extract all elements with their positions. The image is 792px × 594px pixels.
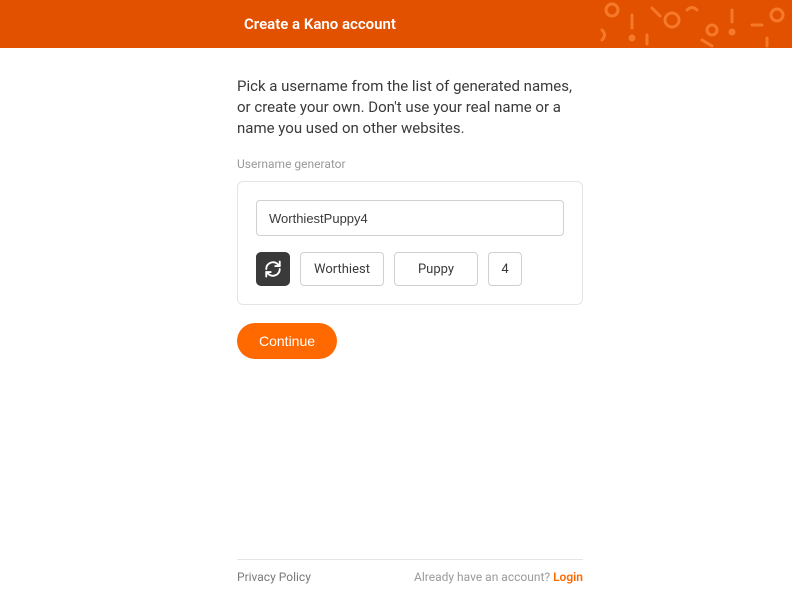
main-content: Pick a username from the list of generat… [237, 76, 583, 359]
page-header: Create a Kano account [0, 0, 792, 48]
page-footer: Privacy Policy Already have an account? … [237, 559, 583, 594]
generator-label: Username generator [237, 157, 583, 171]
username-input[interactable] [256, 200, 564, 236]
login-link[interactable]: Login [553, 570, 583, 584]
regenerate-button[interactable] [256, 252, 290, 286]
instructions-text: Pick a username from the list of generat… [237, 76, 583, 139]
header-decoration [592, 0, 792, 48]
already-account-text: Already have an account? [414, 570, 553, 584]
continue-button[interactable]: Continue [237, 323, 337, 359]
refresh-icon [264, 260, 282, 278]
header-title: Create a Kano account [244, 15, 396, 33]
privacy-policy-link[interactable]: Privacy Policy [237, 570, 311, 584]
segment-word-2[interactable]: Puppy [394, 252, 478, 286]
footer-login-prompt: Already have an account? Login [414, 570, 583, 584]
segments-row: Worthiest Puppy 4 [256, 252, 564, 286]
segment-word-1[interactable]: Worthiest [300, 252, 384, 286]
generator-card: Worthiest Puppy 4 [237, 181, 583, 305]
segment-number[interactable]: 4 [488, 252, 522, 286]
